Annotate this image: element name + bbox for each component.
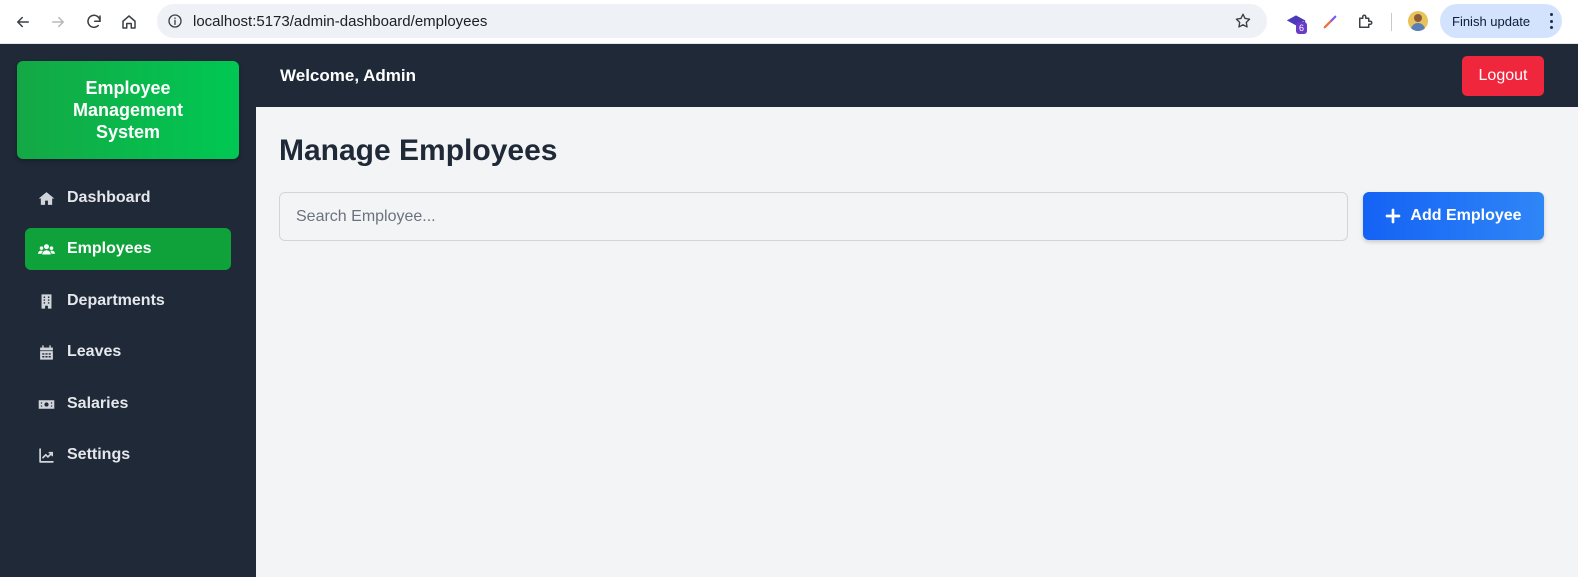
forward-button[interactable] [44, 8, 72, 36]
money-icon [37, 395, 55, 413]
sidebar-item-departments[interactable]: Departments [25, 280, 231, 322]
users-icon [37, 240, 55, 258]
reload-button[interactable] [80, 8, 108, 36]
profile-avatar[interactable] [1408, 11, 1428, 31]
add-employee-button[interactable]: Add Employee [1363, 192, 1544, 240]
sidebar-item-employees[interactable]: Employees [25, 228, 231, 270]
extension-color-picker-icon[interactable] [1318, 10, 1342, 34]
home-icon [37, 189, 55, 207]
main-content: Manage Employees Add Employee [256, 107, 1578, 577]
browser-toolbar: localhost:5173/admin-dashboard/employees… [0, 0, 1578, 44]
extension-badge: 6 [1296, 22, 1308, 34]
reload-icon [87, 14, 101, 29]
back-button[interactable] [9, 8, 37, 36]
toolbar-divider [1391, 13, 1392, 31]
add-employee-label: Add Employee [1410, 207, 1522, 224]
arrow-left-icon [17, 16, 29, 28]
sidebar-item-label: Employees [67, 240, 152, 257]
address-bar[interactable]: localhost:5173/admin-dashboard/employees [157, 4, 1267, 38]
sidebar-item-settings[interactable]: Settings [25, 434, 231, 476]
page-title: Manage Employees [279, 134, 558, 167]
plus-icon [1385, 208, 1401, 224]
home-outline-icon [122, 15, 136, 29]
site-info-icon[interactable] [165, 11, 185, 31]
chart-line-icon [37, 446, 55, 464]
arrow-right-icon [52, 16, 64, 28]
search-input[interactable] [279, 192, 1348, 241]
finish-update-button[interactable]: Finish update [1440, 4, 1562, 38]
finish-update-label: Finish update [1452, 13, 1531, 29]
extension-graduation-cap-icon[interactable]: 6 [1284, 10, 1308, 34]
sidebar-item-label: Settings [67, 446, 131, 463]
sidebar-item-salaries[interactable]: Salaries [25, 383, 231, 425]
url-text: localhost:5173/admin-dashboard/employees [193, 13, 488, 30]
more-vert-icon [1549, 13, 1553, 29]
sidebar-item-leaves[interactable]: Leaves [25, 331, 231, 373]
bookmark-star-icon[interactable] [1233, 11, 1253, 31]
building-icon [37, 292, 55, 310]
welcome-text: Welcome, Admin [280, 66, 417, 85]
sidebar: Employee Management System Dashboard Emp… [0, 44, 256, 577]
sidebar-item-label: Departments [67, 292, 165, 309]
logout-button[interactable]: Logout [1462, 56, 1544, 96]
sidebar-item-label: Salaries [67, 395, 129, 412]
sidebar-item-label: Leaves [67, 343, 122, 360]
extensions-puzzle-icon[interactable] [1353, 10, 1377, 34]
app-header: Welcome, Admin Logout [256, 44, 1578, 107]
calendar-icon [37, 343, 55, 361]
sidebar-item-dashboard[interactable]: Dashboard [25, 177, 231, 219]
sidebar-item-label: Dashboard [67, 189, 151, 206]
brand-title: Employee Management System [17, 61, 239, 159]
home-button[interactable] [115, 8, 143, 36]
